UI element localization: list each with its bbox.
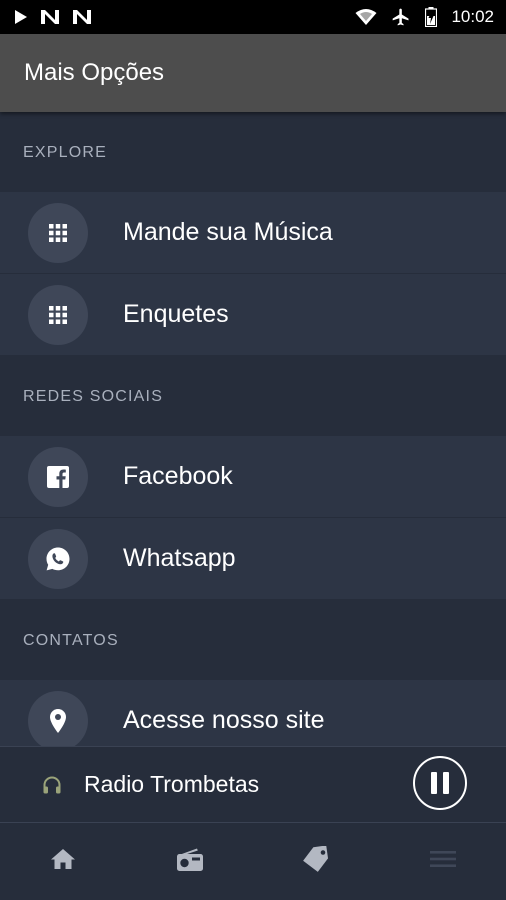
- list-item-label: Facebook: [123, 462, 233, 490]
- list-item-label: Whatsapp: [123, 544, 236, 572]
- list-item-acesse-nosso-site[interactable]: Acesse nosso site: [0, 680, 506, 746]
- pause-icon-bar: [443, 772, 449, 794]
- status-bar: 10:02: [0, 0, 506, 34]
- app-bar: Mais Opções: [0, 34, 506, 112]
- grid-icon: [28, 202, 88, 263]
- page-title: Mais Opções: [24, 59, 165, 86]
- radio-icon: [175, 846, 205, 877]
- tag-icon: [301, 845, 331, 877]
- section-header-contatos: CONTATOS: [23, 632, 119, 649]
- menu-icon: [429, 849, 457, 874]
- grid-icon: [28, 284, 88, 345]
- facebook-icon: [28, 446, 88, 507]
- pause-icon: [431, 772, 437, 794]
- section-header-explore: EXPLORE: [23, 144, 107, 161]
- pause-button[interactable]: [413, 756, 467, 810]
- list-item-mande-sua-musica[interactable]: Mande sua Música: [0, 192, 506, 274]
- list-item-enquetes[interactable]: Enquetes: [0, 274, 506, 356]
- section-header-redes-sociais: REDES SOCIAIS: [23, 388, 164, 405]
- list-item-label: Mande sua Música: [123, 218, 333, 246]
- nav-tags[interactable]: [253, 823, 380, 900]
- battery-charging-icon: [425, 7, 438, 27]
- wifi-icon: [355, 8, 377, 26]
- n-notification-icon: [40, 9, 60, 25]
- list-item-whatsapp[interactable]: Whatsapp: [0, 518, 506, 600]
- mini-player[interactable]: Radio Trombetas: [0, 746, 506, 822]
- bottom-navigation: [0, 822, 506, 900]
- options-list[interactable]: EXPLORE Mande sua Música Enquetes REDES …: [0, 112, 506, 746]
- whatsapp-icon: [28, 528, 88, 589]
- list-item-facebook[interactable]: Facebook: [0, 436, 506, 518]
- nav-menu[interactable]: [380, 823, 506, 900]
- airplane-icon: [391, 7, 411, 27]
- home-icon: [49, 847, 77, 876]
- headphones-icon: [42, 775, 62, 795]
- nav-home[interactable]: [0, 823, 127, 900]
- n-notification-icon: [72, 9, 92, 25]
- status-time: 10:02: [451, 7, 494, 26]
- player-title: Radio Trombetas: [84, 771, 260, 797]
- list-item-label: Acesse nosso site: [123, 706, 325, 734]
- play-store-icon: [14, 9, 28, 25]
- location-pin-icon: [28, 690, 88, 746]
- list-item-label: Enquetes: [123, 300, 229, 328]
- nav-radio[interactable]: [127, 823, 254, 900]
